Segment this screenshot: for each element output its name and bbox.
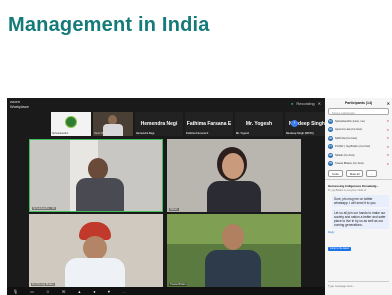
top-icons: ● Recording ✕ <box>291 101 321 106</box>
person-head <box>88 158 108 180</box>
reactions-icon[interactable]: ♥ <box>108 289 110 294</box>
video-tile[interactable]: Sphotebandhu - VR <box>29 139 163 212</box>
person-body <box>207 181 261 212</box>
video-icon[interactable]: ▭ <box>30 289 34 294</box>
participant-list: SV Sphotebandhu (Host, me) ✕ AR Apoorva … <box>325 117 392 168</box>
participant-row[interactable]: TB Tiewas Bhakru (Co-host) ✕ <box>325 160 392 169</box>
person-body <box>65 258 125 287</box>
strip-thumb-logo[interactable]: Sphotebandhu <box>51 112 91 136</box>
mic-muted-icon: ✕ <box>386 119 389 124</box>
chat-icon[interactable]: ✉ <box>62 289 65 294</box>
org-logo <box>65 116 77 128</box>
avatar: PJ <box>328 144 333 150</box>
meeting-toolbar: 🎙 ▭ ☺ ✉ ▲ ● ♥ … <box>7 287 325 295</box>
participants-header: Participants (14) ✕ <box>325 98 392 106</box>
record-icon[interactable]: ● <box>93 289 95 294</box>
mute-all-button[interactable]: Mute all <box>345 170 364 177</box>
window-close-icon[interactable]: ✕ <box>318 101 321 106</box>
person-body <box>76 178 124 211</box>
meeting-window: zoom Workplace ● Recording ✕ Sphotebandh… <box>7 98 392 295</box>
recording-indicator-icon: ● <box>290 101 294 106</box>
person-head <box>222 224 244 250</box>
chevron-right-icon[interactable]: › <box>291 120 298 127</box>
mic-muted-icon: ✕ <box>386 136 389 141</box>
person-head <box>222 153 244 179</box>
recording-label: Recording <box>296 101 315 106</box>
participant-row[interactable]: SV Sphotebandhu (Host, me) ✕ <box>325 117 392 126</box>
thumb-label: Hemendra Negi <box>136 132 155 135</box>
participant-row[interactable]: PJ Prof(Dr.) Jog Bhakru (Co-host) ✕ <box>325 143 392 152</box>
chat-message: Sure, pls msg me on twitter whatsapp. I … <box>332 195 389 207</box>
mic-muted-icon: ✕ <box>386 127 389 132</box>
avatar: NR <box>328 135 333 141</box>
strip-thumb-video[interactable]: Harsh Bhardwaj <box>93 112 133 136</box>
share-icon[interactable]: ▲ <box>77 289 81 294</box>
video-grid: Sphotebandhu - VR Nikitah Dr.(VG) Jog Bh… <box>29 139 301 287</box>
more-icon[interactable]: … <box>122 289 126 294</box>
app-brand: zoom Workplace <box>10 99 29 109</box>
invite-button[interactable]: Invite <box>328 170 343 177</box>
participants-icon[interactable]: ☺ <box>46 289 50 294</box>
avatar: NB <box>328 152 333 158</box>
thumb-label: Harsh Bhardwaj <box>94 132 112 135</box>
strip-thumb-name[interactable]: Mr. Yogesh Mr. Yogesh <box>235 112 283 136</box>
mic-muted-icon: ✕ <box>386 161 389 166</box>
video-tile[interactable]: Tiewas Bhakru <box>167 214 301 287</box>
participant-row[interactable]: NR Nidhi Rai (Co-host) ✕ <box>325 134 392 143</box>
thumb-name: Fathima Farsana E <box>186 121 232 127</box>
more-options-button[interactable]: ... <box>366 170 377 177</box>
strip-thumb-name[interactable]: Fathima Farsana E Fathima Farsana E <box>185 112 233 136</box>
avatar: TB <box>328 161 333 167</box>
chat-sender: Dr. jog Bhakru to everyone: Hello sir <box>328 189 367 192</box>
side-panel: Participants (14) ✕ Find a participant S… <box>325 98 392 295</box>
person-body <box>205 250 261 287</box>
video-tile[interactable]: Dr.(VG) Jog Bhakru <box>29 214 163 287</box>
participant-name: Apoorva Lata (Co-host) <box>335 128 362 132</box>
mic-muted-icon: ✕ <box>386 153 389 158</box>
chat-input[interactable]: Type message here... <box>328 281 389 289</box>
person-head <box>83 236 107 260</box>
thumb-name: Hemendra Negi <box>140 121 178 127</box>
slide-title: Management in India <box>8 14 210 36</box>
chat-message: Let us all join our hands to make our so… <box>332 209 389 229</box>
close-icon[interactable]: ✕ <box>387 101 390 106</box>
jump-latest-button[interactable]: Jump to the latest <box>328 246 351 251</box>
participant-name: Nidhi Rai (Co-host) <box>335 136 358 140</box>
tile-label: Nikitah <box>169 208 179 211</box>
thumb-label: Sphotebandhu <box>52 132 69 135</box>
video-tile[interactable]: Nikitah <box>167 139 301 212</box>
thumb-label: Fathima Farsana E <box>186 132 209 135</box>
participant-row[interactable]: AR Apoorva Lata (Co-host) ✕ <box>325 126 392 135</box>
avatar: AR <box>328 127 333 133</box>
mic-muted-icon: ✕ <box>386 144 389 149</box>
participant-name: Nikitah (Co-host) <box>335 153 355 157</box>
thumb-label: Mr. Yogesh <box>236 132 250 135</box>
participant-name: Tiewas Bhakru (Co-host) <box>335 162 364 166</box>
tile-label: Sphotebandhu - VR <box>32 207 56 210</box>
tile-label: Dr.(VG) Jog Bhakru <box>31 283 55 286</box>
chat-header: Harnessing Indigenous Knowledg... <box>325 179 392 188</box>
avatar: SV <box>328 118 333 124</box>
strip-thumb-name[interactable]: Hemendra Negi Hemendra Negi <box>135 112 183 136</box>
participant-row[interactable]: NB Nikitah (Co-host) ✕ <box>325 151 392 160</box>
tile-label: Tiewas Bhakru <box>169 283 188 286</box>
participants-title: Participants (14) <box>344 101 373 105</box>
participant-actions: Invite Mute all ... <box>328 170 389 177</box>
participant-name: Sphotebandhu (Host, me) <box>335 119 365 123</box>
participant-name: Prof(Dr.) Jog Bhakru (Co-host) <box>335 145 371 149</box>
top-bar: zoom Workplace ● Recording ✕ <box>7 98 325 112</box>
reply-link[interactable]: Reply <box>325 229 392 236</box>
mic-icon[interactable]: 🎙 <box>13 289 18 294</box>
thumb-label: Navdeep Singh (MOTA) <box>286 132 314 135</box>
participant-search-input[interactable]: Find a participant <box>328 108 389 115</box>
brand-product: Workplace <box>10 103 29 109</box>
thumb-name: Mr. Yogesh <box>245 121 273 127</box>
